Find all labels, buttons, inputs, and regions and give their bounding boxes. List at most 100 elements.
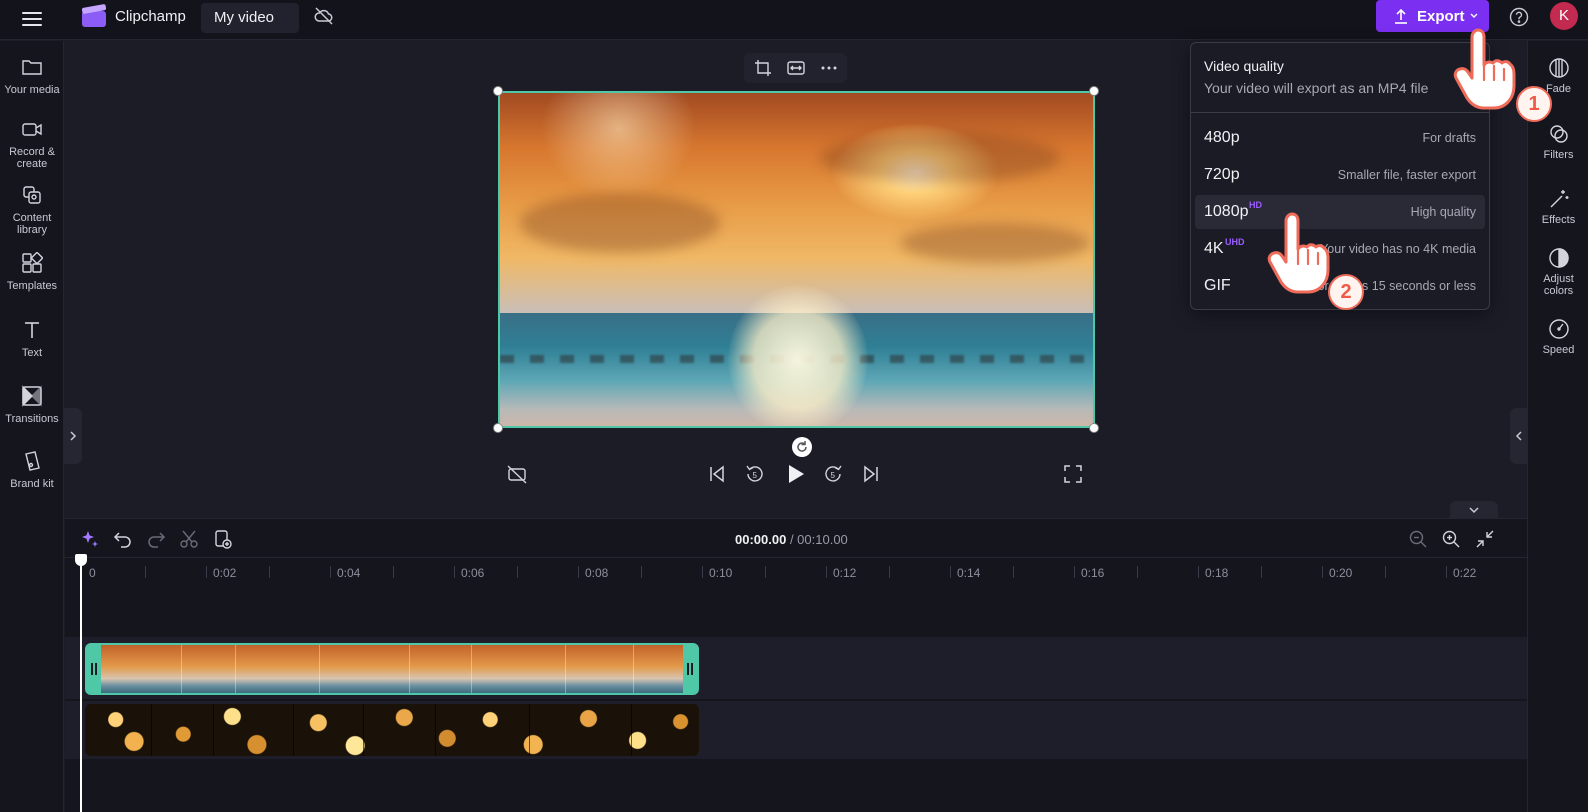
timeline: 00:00.00 / 00:10.00 0 0:02 0:04 0:06 0:0… [65, 518, 1527, 812]
overlay-clip[interactable] [85, 704, 699, 756]
uhd-badge: UHD [1225, 237, 1245, 247]
left-panel-expand-button[interactable] [64, 408, 82, 464]
resize-handle[interactable] [1089, 423, 1099, 433]
ruler-label: 0:14 [957, 566, 981, 580]
sidebar-item-templates[interactable]: Templates [0, 252, 64, 292]
clip-frame-divider [631, 704, 632, 756]
option-name: 4K [1204, 240, 1224, 257]
ai-sparkle-icon[interactable] [80, 529, 100, 549]
undo-icon[interactable] [113, 529, 133, 549]
menu-divider [1191, 112, 1489, 113]
total-time: 00:10.00 [797, 532, 848, 547]
fit-icon[interactable] [787, 59, 805, 77]
video-cloud [520, 193, 720, 253]
menu-icon[interactable] [22, 8, 42, 28]
zoom-in-icon[interactable] [1441, 529, 1461, 549]
clip-trim-handle-left[interactable] [87, 645, 101, 693]
clip-frame-divider [235, 645, 236, 693]
brand-kit-icon [25, 451, 40, 471]
add-to-timeline-icon[interactable] [213, 529, 233, 549]
ruler-tick [702, 566, 703, 578]
sidebar-item-transitions[interactable]: Transitions [0, 385, 64, 425]
menu-subtitle: Your video will export as an MP4 file [1204, 80, 1429, 96]
export-quality-menu: Video quality Your video will export as … [1190, 42, 1490, 310]
camera-icon [22, 123, 42, 136]
chevron-left-icon [1515, 431, 1522, 441]
sidebar-item-text[interactable]: Text [0, 319, 64, 359]
clip-frame-divider [471, 645, 472, 693]
playhead-handle[interactable] [75, 554, 87, 566]
resize-handle[interactable] [1089, 86, 1099, 96]
ruler-tick [393, 566, 394, 578]
video-preview[interactable] [498, 91, 1095, 428]
rotate-handle[interactable] [792, 437, 812, 457]
cut-icon[interactable] [179, 529, 199, 549]
timeline-collapse-button[interactable] [1450, 501, 1498, 519]
camera-off-icon[interactable] [506, 463, 528, 485]
more-icon[interactable] [820, 59, 838, 77]
ruler-tick [145, 566, 146, 578]
property-filters[interactable]: Filters [1528, 123, 1588, 161]
ruler-tick [1074, 566, 1075, 578]
skip-back-icon[interactable] [706, 463, 728, 485]
redo-icon[interactable] [146, 529, 166, 549]
left-sidebar: Your media Record & create Content libra… [0, 41, 64, 812]
right-panel-collapse-button[interactable] [1510, 408, 1527, 464]
forward-5-icon[interactable]: 5 [822, 463, 844, 485]
option-name: 480p [1204, 129, 1240, 146]
clip-frame-divider [363, 704, 364, 756]
ruler-label: 0:10 [709, 566, 733, 580]
play-icon[interactable] [784, 463, 806, 485]
library-icon [23, 186, 41, 204]
clip-trim-handle-right[interactable] [683, 645, 697, 693]
clip-frame-divider [151, 704, 152, 756]
crop-icon[interactable] [754, 59, 772, 77]
quality-option-4k[interactable]: 4K UHD Your video has no 4K media [1195, 232, 1485, 266]
sidebar-item-label: Content library [12, 212, 52, 236]
timeline-ruler[interactable]: 0 0:02 0:04 0:06 0:08 0:10 0:12 0:14 0:1… [65, 557, 1527, 580]
sidebar-item-label: Brand kit [10, 478, 54, 490]
clip-frame-divider [435, 704, 436, 756]
ruler-tick [206, 566, 207, 578]
project-title-input[interactable]: My video [201, 3, 299, 33]
fit-timeline-icon[interactable] [1475, 529, 1495, 549]
clip-frame-divider [293, 704, 294, 756]
templates-icon [22, 252, 43, 273]
sidebar-item-content-library[interactable]: Content library [0, 184, 64, 236]
zoom-out-icon[interactable] [1408, 529, 1428, 549]
option-description: Smaller file, faster export [1337, 168, 1476, 182]
sidebar-item-brand-kit[interactable]: Brand kit [0, 450, 64, 490]
step-badge-2: 2 [1328, 274, 1364, 310]
ruler-tick [1137, 566, 1138, 578]
resize-handle[interactable] [493, 423, 503, 433]
avatar[interactable]: K [1550, 2, 1578, 30]
resize-handle[interactable] [493, 86, 503, 96]
fullscreen-icon[interactable] [1062, 463, 1084, 485]
ruler-label: 0:02 [213, 566, 237, 580]
property-effects[interactable]: Effects [1528, 188, 1588, 226]
sidebar-item-your-media[interactable]: Your media [0, 56, 64, 96]
video-clip-selected[interactable] [85, 643, 699, 695]
quality-option-720p[interactable]: 720p Smaller file, faster export [1195, 158, 1485, 192]
ruler-label: 0:22 [1453, 566, 1477, 580]
ruler-label: 0:08 [585, 566, 609, 580]
rewind-5-icon[interactable]: 5 [744, 463, 766, 485]
property-adjust-colors[interactable]: Adjust colors [1528, 247, 1588, 297]
playhead[interactable] [80, 559, 82, 812]
option-name: GIF [1204, 277, 1231, 294]
quality-option-480p[interactable]: 480p For drafts [1195, 121, 1485, 155]
property-speed[interactable]: Speed [1528, 318, 1588, 356]
cloud-off-icon[interactable] [314, 7, 334, 25]
ruler-label: 0:18 [1205, 566, 1229, 580]
ruler-label: 0 [89, 566, 96, 580]
quality-option-1080p[interactable]: 1080p HD High quality [1195, 195, 1485, 229]
video-cloud [900, 223, 1090, 263]
ruler-tick [826, 566, 827, 578]
rotate-icon [797, 441, 807, 452]
ruler-label: 0:20 [1329, 566, 1353, 580]
help-icon[interactable] [1509, 7, 1529, 27]
sidebar-item-record-create[interactable]: Record & create [0, 118, 64, 170]
folder-icon [22, 60, 42, 75]
skip-forward-icon[interactable] [860, 463, 882, 485]
preview-toolbar [744, 53, 847, 83]
